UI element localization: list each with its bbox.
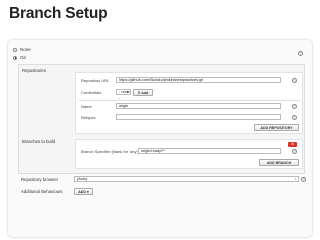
repository-browser-label: Repository browser bbox=[21, 177, 59, 182]
scm-option-none[interactable]: None bbox=[13, 47, 31, 52]
add-behaviour-label: ADD bbox=[78, 189, 86, 194]
chevron-down-icon: ▾ bbox=[126, 90, 129, 94]
add-behaviour-button[interactable]: ADD ▾ bbox=[74, 187, 93, 195]
add-repository-button[interactable]: ADD REPOSITORY bbox=[254, 124, 299, 131]
scm-option-none-label: None bbox=[20, 47, 31, 52]
name-input[interactable]: origin bbox=[116, 103, 281, 109]
add-credentials-label: Add bbox=[141, 90, 149, 95]
branch-specifier-help-icon[interactable]: ? bbox=[292, 148, 297, 154]
scm-config-panel: None Git Repositories ? Repository URL h… bbox=[8, 40, 312, 237]
delete-branch-button[interactable]: X bbox=[288, 142, 297, 147]
branch-box: X Branch Specifier (blank for 'any') ori… bbox=[75, 139, 303, 169]
credentials-label: Credentials bbox=[81, 90, 102, 95]
add-credentials-button[interactable]: ⚲ Add bbox=[133, 88, 153, 96]
slide-title: Branch Setup bbox=[9, 5, 108, 22]
branch-specifier-input[interactable]: origin/ready/** bbox=[138, 148, 281, 154]
add-branch-button[interactable]: ADD BRANCH bbox=[259, 159, 299, 166]
repository-url-label: Repository URL bbox=[81, 78, 110, 83]
credentials-select[interactable]: - none - ▾ bbox=[116, 89, 131, 100]
branches-label: Branches to build bbox=[22, 139, 56, 144]
git-config-box: Repositories ? Repository URL https://gi… bbox=[18, 51, 305, 174]
key-icon: ⚲ bbox=[137, 90, 141, 95]
branch-specifier-label: Branch Specifier (blank for 'any') bbox=[81, 149, 139, 154]
refspec-input[interactable] bbox=[116, 114, 281, 120]
scm-option-git[interactable]: Git bbox=[13, 55, 26, 60]
repository-url-input[interactable]: https://github.com/Skanko/jenkinsbestpra… bbox=[116, 77, 281, 83]
name-label: Name bbox=[81, 104, 92, 109]
repository-browser-select[interactable]: (Auto) ↕ bbox=[74, 176, 299, 182]
scm-option-git-label: Git bbox=[20, 55, 26, 60]
additional-behaviours-label: Additional Behaviours bbox=[21, 189, 63, 194]
chevron-updown-icon: ↕ bbox=[294, 177, 297, 181]
radio-none[interactable] bbox=[13, 47, 17, 52]
repositories-label: Repositories bbox=[22, 68, 46, 73]
name-help-icon[interactable]: ? bbox=[292, 103, 297, 109]
caret-down-icon: ▾ bbox=[86, 189, 89, 194]
repository-box: Repository URL https://github.com/Skanko… bbox=[75, 72, 303, 134]
repository-browser-help-icon[interactable]: ? bbox=[301, 176, 306, 182]
scm-help-icon[interactable]: ? bbox=[298, 51, 303, 56]
repository-url-help-icon[interactable]: ? bbox=[292, 77, 297, 83]
divider bbox=[79, 100, 301, 101]
radio-git[interactable] bbox=[13, 55, 17, 60]
refspec-label: Refspec bbox=[81, 115, 96, 120]
repository-browser-value: (Auto) bbox=[77, 177, 88, 181]
refspec-help-icon[interactable]: ? bbox=[292, 114, 297, 120]
